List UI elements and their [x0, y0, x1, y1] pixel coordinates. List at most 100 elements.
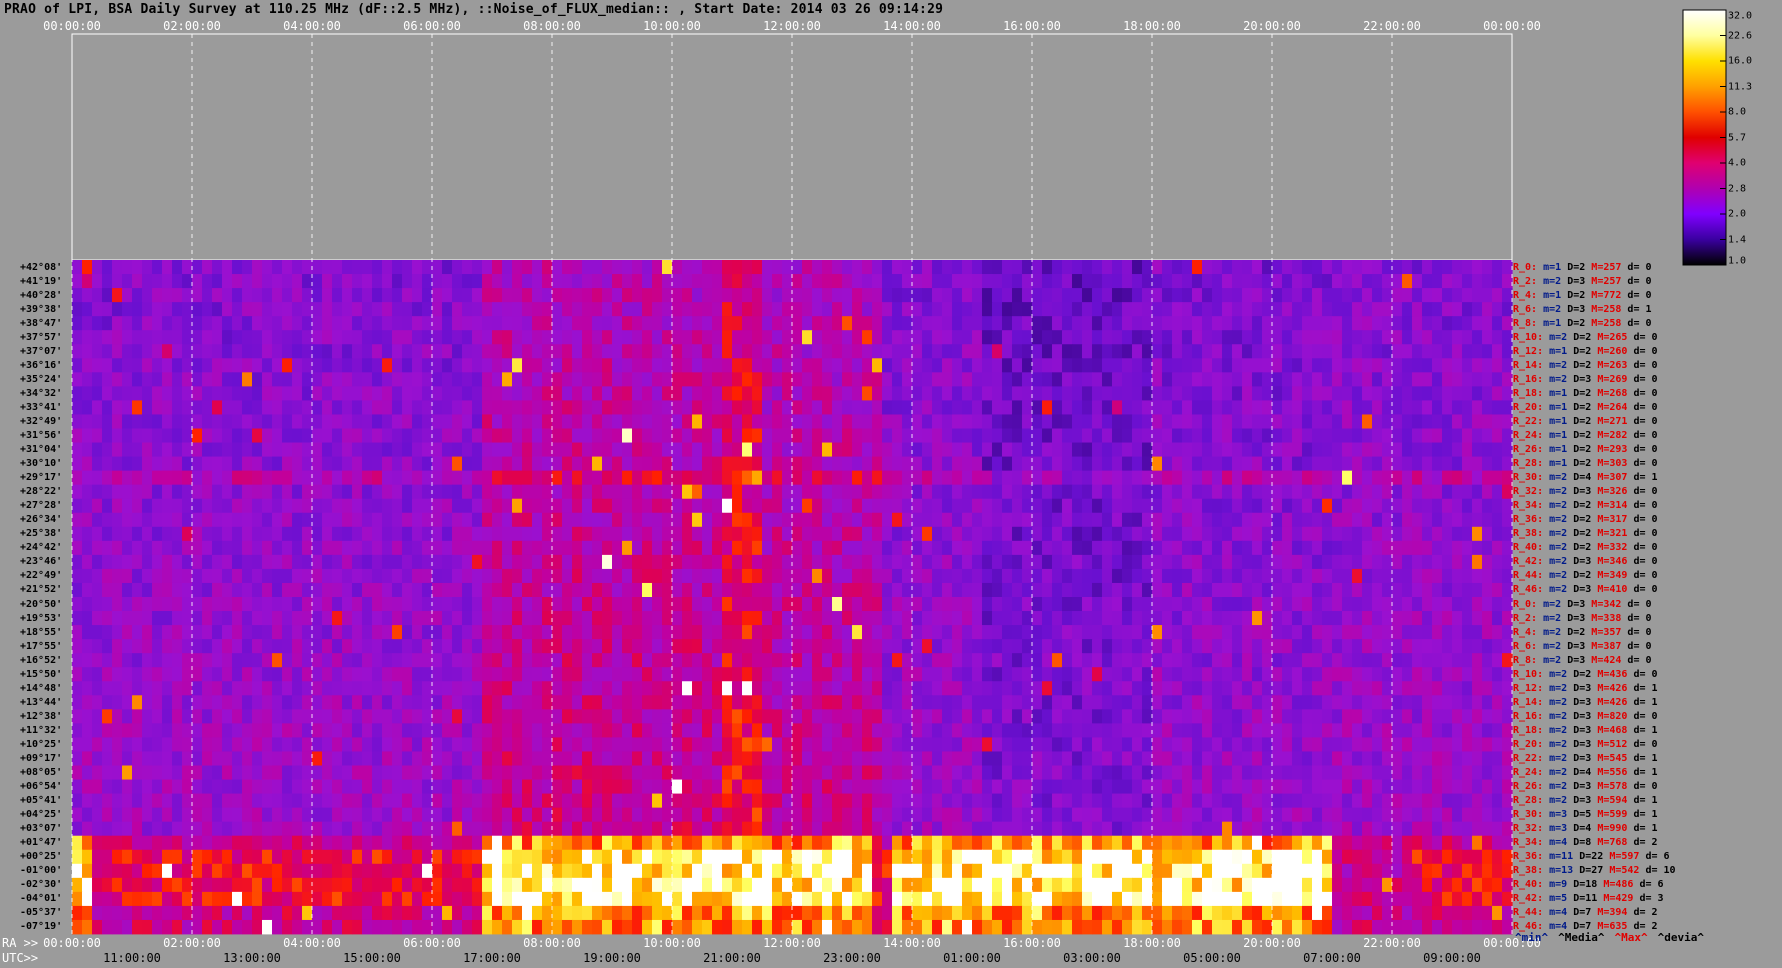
heatmap-cell	[602, 498, 613, 514]
heatmap-cell	[472, 737, 483, 752]
heatmap-cell	[242, 484, 253, 500]
heatmap-cell	[1192, 597, 1203, 612]
heatmap-cell	[892, 653, 903, 668]
heatmap-cell	[1402, 358, 1413, 373]
heatmap-cell	[1472, 400, 1483, 415]
heatmap-cell	[612, 358, 623, 373]
heatmap-cell	[1442, 611, 1453, 626]
heatmap-cell	[932, 288, 943, 303]
heatmap-cell	[472, 540, 483, 556]
heatmap-cell	[562, 737, 573, 752]
heatmap-cell	[1132, 695, 1143, 710]
heatmap-cell	[1222, 386, 1233, 401]
heatmap-cell	[452, 372, 463, 387]
heatmap-cell	[432, 274, 443, 289]
heatmap-cell	[1412, 484, 1423, 500]
heatmap-cell	[302, 723, 313, 738]
heatmap-cell	[802, 526, 813, 542]
heatmap-cell	[322, 611, 333, 626]
heatmap-cell	[672, 554, 683, 570]
heatmap-cell	[462, 414, 473, 429]
heatmap-cell	[1452, 568, 1463, 584]
heatmap-cell	[652, 414, 663, 429]
heatmap-cell	[1382, 512, 1393, 528]
heatmap-cell	[182, 639, 193, 654]
heatmap-cell	[632, 344, 643, 359]
heatmap-cell	[1482, 681, 1493, 696]
heatmap-cell	[272, 260, 283, 275]
heatmap-cell	[642, 386, 653, 401]
heatmap-cell	[1392, 470, 1403, 486]
heatmap-cell	[1302, 484, 1313, 500]
heatmap-cell	[432, 442, 443, 457]
heatmap-cell	[492, 344, 503, 359]
heatmap-cell	[92, 568, 103, 584]
heatmap-cell	[1332, 554, 1343, 570]
heatmap-cell	[872, 288, 883, 303]
heatmap-cell	[1452, 302, 1463, 317]
heatmap-cell	[1012, 512, 1023, 528]
heatmap-cell	[692, 540, 703, 556]
heatmap-cell	[1412, 695, 1423, 710]
heatmap-cell	[262, 442, 273, 457]
heatmap-cell	[672, 582, 683, 598]
heatmap-cell	[92, 667, 103, 682]
heatmap-cell	[152, 709, 163, 724]
heatmap-cell	[1502, 512, 1513, 528]
heatmap-cell	[912, 456, 923, 472]
heatmap-cell	[112, 498, 123, 514]
heatmap-cell	[1502, 484, 1513, 500]
heatmap-cell	[322, 625, 333, 640]
heatmap-cell	[1222, 400, 1233, 415]
heatmap-cell	[362, 512, 373, 528]
heatmap-cell	[142, 274, 153, 289]
heatmap-cell	[1152, 540, 1163, 556]
heatmap-cell	[712, 386, 723, 401]
heatmap-cell	[312, 737, 323, 752]
heatmap-cell	[962, 260, 973, 275]
heatmap-cell	[802, 316, 813, 331]
heatmap-cell	[792, 456, 803, 472]
heatmap-cell	[1282, 260, 1293, 275]
heatmap-cell	[242, 582, 253, 598]
heatmap-cell	[1212, 330, 1223, 345]
heatmap-cell	[392, 260, 403, 275]
heatmap-cell	[1062, 582, 1073, 598]
heatmap-cell	[772, 358, 783, 373]
heatmap-cell	[1322, 344, 1333, 359]
heatmap-cell	[592, 330, 603, 345]
heatmap-cell	[912, 372, 923, 387]
heatmap-cell	[1192, 470, 1203, 486]
heatmap-cell	[1052, 386, 1063, 401]
heatmap-cell	[1322, 470, 1333, 486]
heatmap-cell	[162, 653, 173, 668]
heatmap-cell	[412, 484, 423, 500]
heatmap-cell	[1032, 456, 1043, 472]
heatmap-cell	[742, 344, 753, 359]
heatmap-cell	[592, 302, 603, 317]
heatmap-cell	[192, 653, 203, 668]
heatmap-cell	[1192, 498, 1203, 514]
heatmap-cell	[92, 639, 103, 654]
heatmap-cell	[672, 681, 683, 696]
heatmap-cell	[532, 723, 543, 738]
heatmap-cell	[282, 667, 293, 682]
heatmap-cell	[312, 386, 323, 401]
heatmap-cell	[192, 428, 203, 443]
heatmap-cell	[1292, 653, 1303, 668]
heatmap-cell	[482, 737, 493, 752]
heatmap-cell	[1122, 667, 1133, 682]
heatmap-cell	[972, 442, 983, 457]
heatmap-cell	[152, 498, 163, 514]
heatmap-cell	[312, 428, 323, 443]
heatmap-cell	[252, 288, 263, 303]
heatmap-cell	[1042, 709, 1053, 724]
heatmap-cell	[1302, 414, 1313, 429]
heatmap-cell	[1282, 597, 1293, 612]
heatmap-cell	[172, 597, 183, 612]
heatmap-cell	[912, 639, 923, 654]
heatmap-cell	[1172, 400, 1183, 415]
heatmap-cell	[1022, 484, 1033, 500]
heatmap-cell	[732, 498, 743, 514]
heatmap-cell	[1022, 316, 1033, 331]
